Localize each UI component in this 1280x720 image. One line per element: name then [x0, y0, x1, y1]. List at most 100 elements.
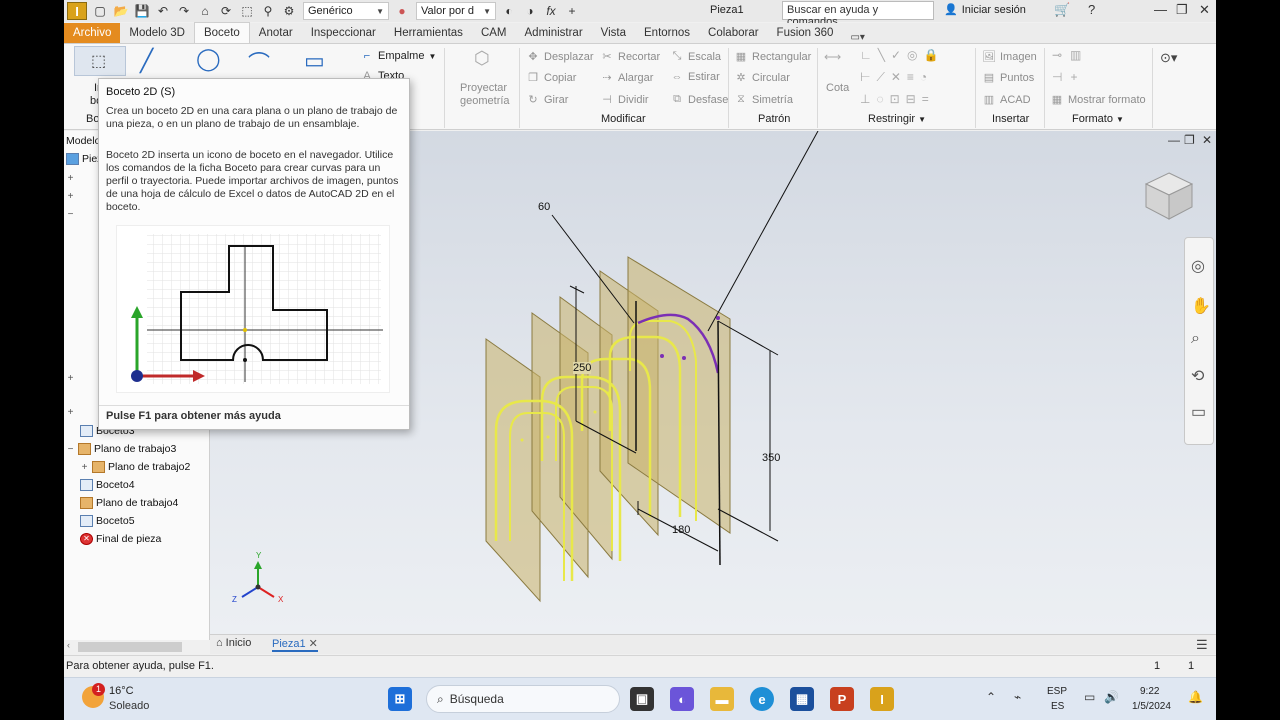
tab-inspeccionar[interactable]: Inspeccionar [302, 23, 385, 43]
minimize-icon[interactable]: — [1154, 2, 1167, 17]
scroll-thumb[interactable] [78, 642, 182, 652]
appearance-dropdown[interactable]: Valor por d ▼ [416, 2, 496, 20]
tab-colaborar[interactable]: Colaborar [699, 23, 768, 43]
store-icon[interactable]: ▦ [790, 687, 814, 711]
file-explorer-icon[interactable]: ▬ [710, 687, 734, 711]
update-icon[interactable]: ⟳ [218, 3, 234, 19]
dimension-button[interactable]: Cota [826, 82, 849, 94]
orbit-icon[interactable]: ⟲ [1191, 366, 1204, 386]
insert-points-button[interactable]: ▤ Puntos [982, 71, 1034, 85]
task-view-icon[interactable]: ▣ [630, 687, 654, 711]
undo-icon[interactable]: ↶ [155, 3, 171, 19]
inventor-taskbar-icon[interactable]: I [870, 687, 894, 711]
browser-item[interactable]: Boceto5 [80, 515, 135, 527]
dimension-350-label[interactable]: 350 [762, 452, 780, 464]
expand-icon[interactable]: + [66, 173, 75, 184]
adjust-icon[interactable]: ◑ [522, 3, 538, 19]
app-logo[interactable]: I [67, 2, 87, 20]
close-tab-icon[interactable]: ✕ [309, 637, 318, 650]
clock-time[interactable]: 9:22 [1140, 686, 1159, 697]
split-button[interactable]: ⊣ Dividir [600, 93, 648, 107]
clear-appearance-icon[interactable]: ◐ [501, 3, 517, 19]
help-search-input[interactable]: Buscar en ayuda y comandos... [782, 1, 934, 28]
volume-icon[interactable]: 🔊 [1104, 690, 1119, 704]
steering-wheel-icon[interactable]: ◎ [1191, 256, 1205, 276]
home-icon[interactable]: ⌂ [197, 3, 213, 19]
browser-item[interactable]: ✕ Final de pieza [80, 533, 161, 545]
insert-acad-button[interactable]: ▥ ACAD [982, 93, 1031, 107]
edge-icon[interactable]: e [750, 687, 774, 711]
menu-icon[interactable]: ☰ [1196, 637, 1208, 653]
cart-icon[interactable]: 🛒 [1054, 2, 1070, 18]
browser-root[interactable]: Piez [66, 153, 102, 165]
tab-administrar[interactable]: Administrar [516, 23, 592, 43]
circular-pattern-button[interactable]: ✲ Circular [734, 71, 790, 85]
rectangle-icon[interactable]: ▭ [304, 48, 325, 74]
dimension-250-label[interactable]: 250 [573, 362, 592, 374]
constraint-icons-row3[interactable]: ⊥◌⊡⊟= [860, 92, 935, 106]
material-dropdown[interactable]: Genérico ▼ [303, 2, 389, 20]
expand-icon[interactable]: + [66, 407, 75, 418]
scale-button[interactable]: ⤡ Escala [670, 50, 721, 63]
scroll-left-icon[interactable]: ‹ [67, 640, 70, 650]
notifications-icon[interactable]: 🔔 [1188, 690, 1203, 704]
tab-boceto[interactable]: Boceto [193, 22, 250, 43]
line-icon[interactable]: ╱ [140, 48, 153, 74]
network-icon[interactable]: ⌁ [1014, 690, 1021, 704]
view-cube[interactable] [1144, 171, 1194, 221]
tab-cam[interactable]: CAM [472, 23, 516, 43]
plus-icon[interactable]: + [564, 3, 580, 19]
expand-icon[interactable]: + [66, 191, 75, 202]
fx-icon[interactable]: fx [543, 3, 559, 19]
rotate-button[interactable]: ↻ Girar [526, 93, 568, 107]
save-icon[interactable]: 💾 [134, 3, 150, 19]
browser-item[interactable]: − Plano de trabajo3 [66, 443, 176, 455]
dimension-180-label[interactable]: 180 [672, 524, 690, 536]
tab-anotar[interactable]: Anotar [250, 23, 302, 43]
browser-scrollbar[interactable]: ‹ [64, 640, 210, 654]
open-folder-icon[interactable]: 📂 [113, 3, 129, 19]
browser-item[interactable]: + Plano de trabajo2 [80, 461, 190, 473]
group-formato-title[interactable]: Formato ▼ [1072, 113, 1124, 125]
project-geometry-label-1[interactable]: Proyectar [460, 82, 507, 94]
tab-vista[interactable]: Vista [592, 23, 635, 43]
format-icons-row2[interactable]: ⊣+ [1052, 70, 1085, 84]
expand-icon[interactable]: + [66, 373, 75, 384]
tab-pieza1[interactable]: Pieza1 ✕ [272, 637, 318, 652]
tab-entornos[interactable]: Entornos [635, 23, 699, 43]
move-button[interactable]: ✥ Desplazar [526, 50, 593, 64]
tab-modelo-3d[interactable]: Modelo 3D [120, 23, 194, 43]
close-icon[interactable]: ✕ [1199, 2, 1210, 18]
format-icons-row1[interactable]: ⊸▥ [1052, 48, 1089, 62]
chevron-up-icon[interactable]: ⌃ [986, 690, 996, 704]
expand-icon[interactable]: + [80, 462, 89, 473]
constraint-icons-row1[interactable]: ∟╲✓◎🔒 [860, 48, 944, 62]
help-icon[interactable]: ? [1088, 2, 1095, 17]
collapse-icon[interactable]: − [66, 209, 75, 220]
collapse-icon[interactable]: − [66, 444, 75, 455]
measure-icon[interactable]: ⚲ [260, 3, 276, 19]
select-icon[interactable]: ⬚ [239, 3, 255, 19]
insert-image-button[interactable]: 🖼 Imagen [982, 50, 1037, 64]
signin-button[interactable]: 👤 Iniciar sesión [944, 3, 1026, 17]
powerpoint-icon[interactable]: P [830, 687, 854, 711]
start-icon[interactable]: ⊞ [388, 687, 412, 711]
teams-icon[interactable]: ◐ [670, 687, 694, 711]
clock-date[interactable]: 1/5/2024 [1132, 701, 1171, 712]
fillet-button[interactable]: ⌐ Empalme ▼ [360, 50, 437, 62]
project-geometry-label-2[interactable]: geometría [460, 95, 510, 107]
new-file-icon[interactable]: ▢ [92, 3, 108, 19]
rectangular-pattern-button[interactable]: ▦ Rectangular [734, 50, 812, 64]
ribbon-options-icon[interactable]: ⊙▾ [1160, 50, 1177, 66]
constraint-icons-row2[interactable]: ⊢⟋✕≡◔ [860, 70, 933, 85]
trim-button[interactable]: ✂ Recortar [600, 50, 660, 64]
restore-icon[interactable]: ❐ [1176, 2, 1188, 18]
browser-item[interactable]: Plano de trabajo4 [80, 497, 178, 509]
tab-herramientas[interactable]: Herramientas [385, 23, 472, 43]
extend-button[interactable]: ⇢ Alargar [600, 71, 653, 85]
look-at-icon[interactable]: ▭ [1191, 402, 1206, 422]
redo-icon[interactable]: ↷ [176, 3, 192, 19]
taskbar-search[interactable]: ⌕ Búsqueda [426, 685, 620, 713]
zoom-icon[interactable]: ⌕ [1191, 330, 1200, 348]
arc-icon[interactable]: ⌒ [248, 46, 270, 78]
